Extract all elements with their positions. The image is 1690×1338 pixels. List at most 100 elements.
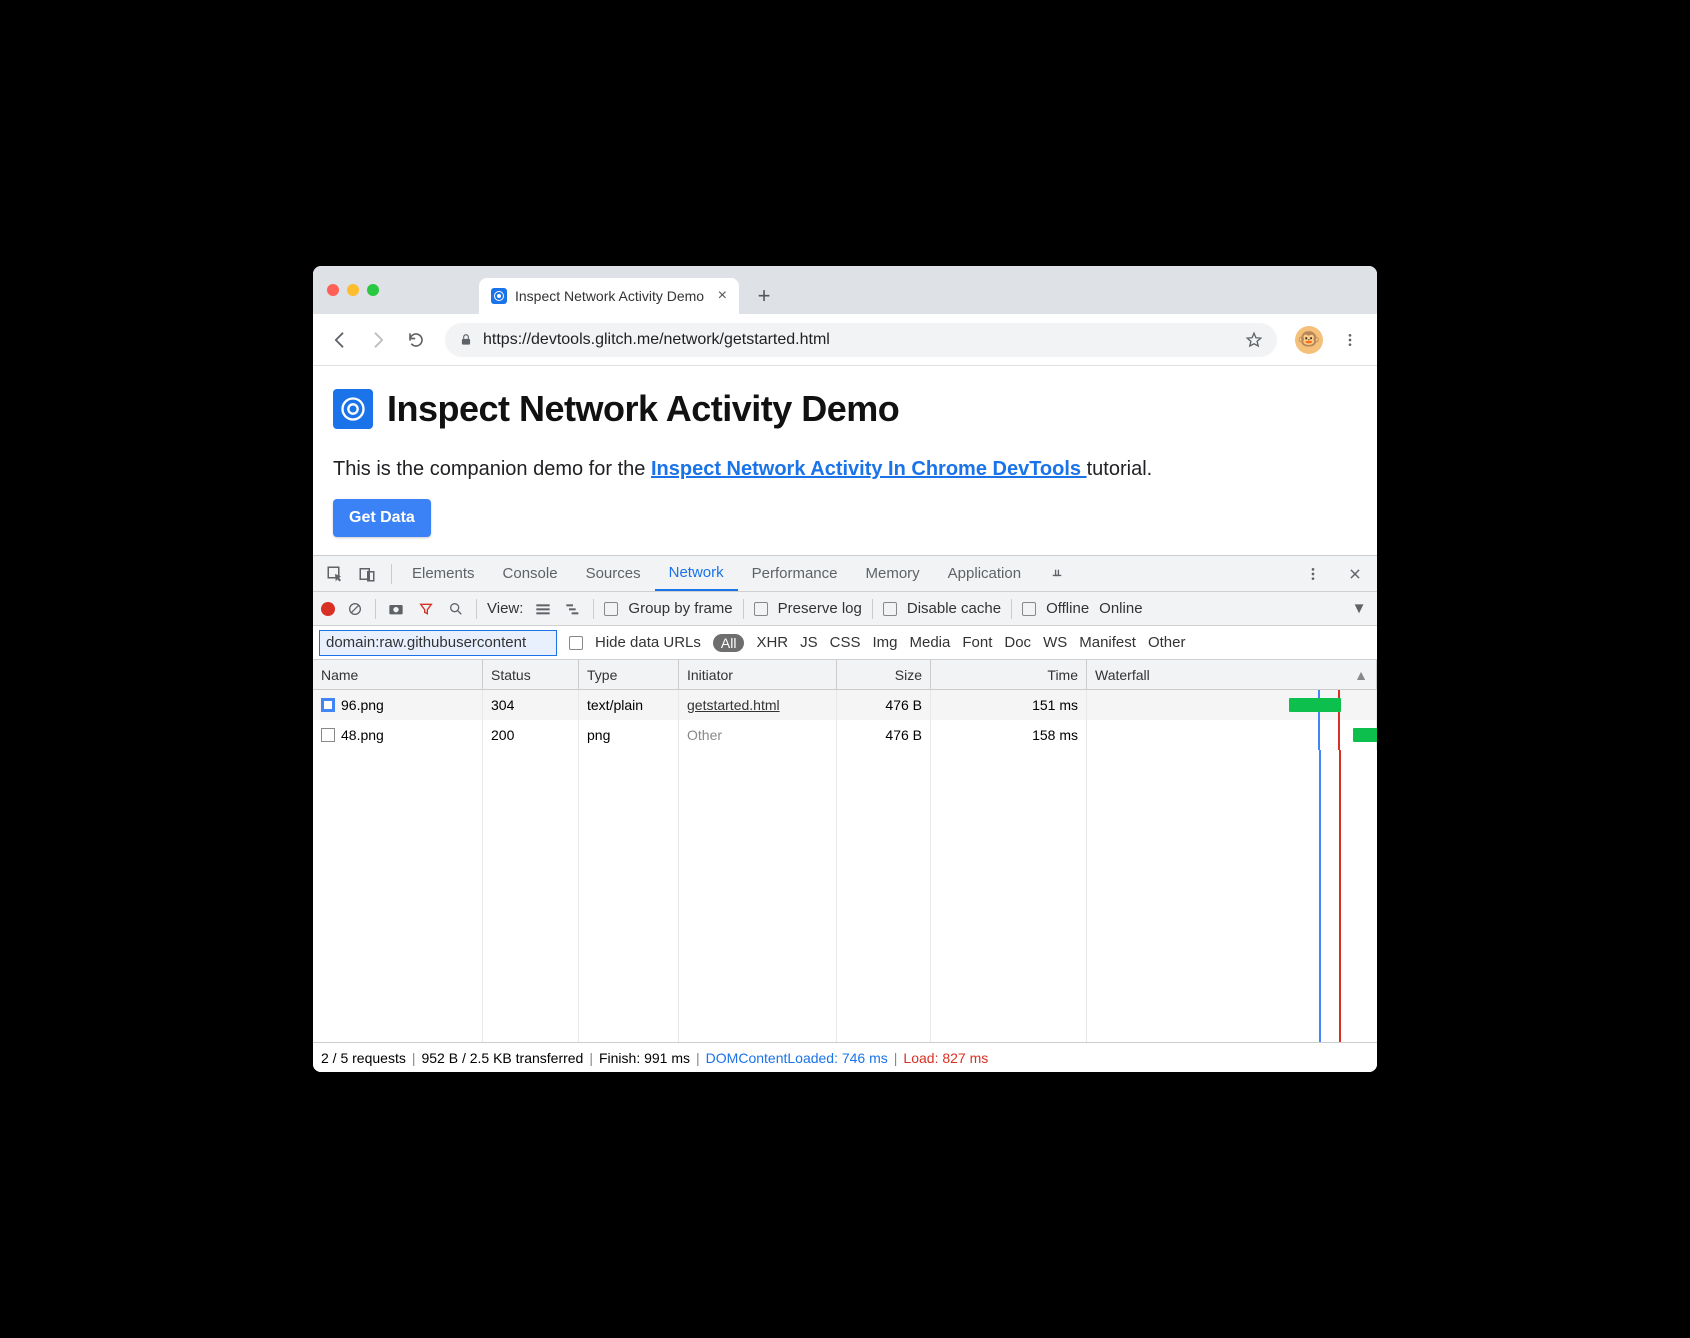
- hide-data-urls-label: Hide data URLs: [595, 634, 701, 651]
- col-type[interactable]: Type: [579, 660, 679, 689]
- status-transferred: 952 B / 2.5 KB transferred: [421, 1050, 583, 1066]
- lock-icon: [459, 333, 473, 347]
- cell-waterfall: [1087, 720, 1377, 750]
- filter-icon[interactable]: [416, 599, 436, 619]
- page-heading: Inspect Network Activity Demo: [387, 388, 899, 430]
- forward-button[interactable]: [361, 323, 395, 357]
- reload-button[interactable]: [399, 323, 433, 357]
- url-text: https://devtools.glitch.me/network/getst…: [483, 331, 830, 349]
- filter-other[interactable]: Other: [1148, 634, 1186, 651]
- filter-js[interactable]: JS: [800, 634, 818, 651]
- intro-suffix: tutorial.: [1087, 458, 1153, 480]
- tab-network[interactable]: Network: [655, 556, 738, 591]
- col-name[interactable]: Name: [313, 660, 483, 689]
- inspect-element-icon[interactable]: [321, 560, 349, 588]
- page-logo-icon: [333, 389, 373, 429]
- throttling-dropdown-icon[interactable]: ▼: [1349, 599, 1369, 619]
- large-rows-icon[interactable]: [533, 599, 553, 619]
- tab-application[interactable]: Application: [934, 556, 1035, 591]
- filter-all-pill[interactable]: All: [713, 634, 745, 652]
- favicon-icon: [491, 288, 507, 304]
- load-line-icon: [1338, 720, 1340, 750]
- col-initiator[interactable]: Initiator: [679, 660, 837, 689]
- intro-prefix: This is the companion demo for the: [333, 458, 651, 480]
- type-filters: XHR JS CSS Img Media Font Doc WS Manifes…: [756, 634, 1185, 651]
- offline-checkbox[interactable]: [1022, 602, 1036, 616]
- online-label[interactable]: Online: [1099, 600, 1142, 617]
- devtools-panel: Elements Console Sources Network Perform…: [313, 555, 1377, 1072]
- hide-data-urls-checkbox[interactable]: [569, 636, 583, 650]
- cell-waterfall: [1087, 690, 1377, 720]
- preserve-log-label: Preserve log: [778, 600, 862, 617]
- filter-img[interactable]: Img: [872, 634, 897, 651]
- filter-input[interactable]: [319, 630, 557, 656]
- devtools-close-icon[interactable]: [1341, 560, 1369, 588]
- devtools-menu-icon[interactable]: [1299, 560, 1327, 588]
- network-filter-bar: Hide data URLs All XHR JS CSS Img Media …: [313, 626, 1377, 660]
- col-waterfall-label: Waterfall: [1095, 667, 1150, 683]
- disable-cache-checkbox[interactable]: [883, 602, 897, 616]
- address-bar[interactable]: https://devtools.glitch.me/network/getst…: [445, 323, 1277, 357]
- col-waterfall[interactable]: Waterfall▲: [1087, 660, 1377, 689]
- col-time[interactable]: Time: [931, 660, 1087, 689]
- col-status[interactable]: Status: [483, 660, 579, 689]
- screenshot-icon[interactable]: [386, 599, 406, 619]
- titlebar: Inspect Network Activity Demo × +: [313, 266, 1377, 314]
- minimize-window-button[interactable]: [347, 284, 359, 296]
- network-toolbar: View: Group by frame Preserve log Disabl…: [313, 592, 1377, 626]
- col-size[interactable]: Size: [837, 660, 931, 689]
- tab-title: Inspect Network Activity Demo: [515, 288, 704, 304]
- get-data-button[interactable]: Get Data: [333, 499, 431, 537]
- tab-sources[interactable]: Sources: [572, 556, 655, 591]
- profile-avatar[interactable]: 🐵: [1295, 326, 1323, 354]
- status-dcl: DOMContentLoaded: 746 ms: [706, 1050, 888, 1066]
- filter-css[interactable]: CSS: [830, 634, 861, 651]
- filter-ws[interactable]: WS: [1043, 634, 1067, 651]
- dcl-line-icon: [1318, 720, 1320, 750]
- back-button[interactable]: [323, 323, 357, 357]
- offline-label: Offline: [1046, 600, 1089, 617]
- network-status-bar: 2 / 5 requests | 952 B / 2.5 KB transfer…: [313, 1042, 1377, 1072]
- waterfall-icon[interactable]: [563, 599, 583, 619]
- page-intro: This is the companion demo for the Inspe…: [333, 458, 1357, 481]
- more-tabs-icon[interactable]: [1043, 560, 1071, 588]
- browser-tab[interactable]: Inspect Network Activity Demo ×: [479, 278, 739, 314]
- close-window-button[interactable]: [327, 284, 339, 296]
- record-button[interactable]: [321, 602, 335, 616]
- status-requests: 2 / 5 requests: [321, 1050, 406, 1066]
- browser-toolbar: https://devtools.glitch.me/network/getst…: [313, 314, 1377, 366]
- group-by-frame-checkbox[interactable]: [604, 602, 618, 616]
- browser-window: Inspect Network Activity Demo × + https:…: [313, 266, 1377, 1072]
- menu-button[interactable]: [1333, 323, 1367, 357]
- view-label: View:: [487, 600, 523, 617]
- filter-media[interactable]: Media: [910, 634, 951, 651]
- devtools-tabs: Elements Console Sources Network Perform…: [313, 556, 1377, 592]
- traffic-lights: [327, 284, 379, 296]
- tab-elements[interactable]: Elements: [398, 556, 489, 591]
- tutorial-link[interactable]: Inspect Network Activity In Chrome DevTo…: [651, 458, 1087, 480]
- status-load: Load: 827 ms: [903, 1050, 988, 1066]
- close-tab-button[interactable]: ×: [718, 287, 727, 305]
- waterfall-bar: [1353, 728, 1377, 742]
- group-by-frame-label: Group by frame: [628, 600, 732, 617]
- device-toolbar-icon[interactable]: [353, 560, 381, 588]
- filter-font[interactable]: Font: [962, 634, 992, 651]
- status-finish: Finish: 991 ms: [599, 1050, 690, 1066]
- search-icon[interactable]: [446, 599, 466, 619]
- network-table: Name Status Type Initiator Size Time Wat…: [313, 660, 1377, 1042]
- bookmark-star-icon[interactable]: [1245, 331, 1263, 349]
- filter-manifest[interactable]: Manifest: [1079, 634, 1136, 651]
- tab-performance[interactable]: Performance: [738, 556, 852, 591]
- waterfall-bar: [1289, 698, 1341, 712]
- tab-strip: Inspect Network Activity Demo × +: [479, 266, 779, 314]
- filter-doc[interactable]: Doc: [1004, 634, 1031, 651]
- filter-xhr[interactable]: XHR: [756, 634, 788, 651]
- tab-memory[interactable]: Memory: [852, 556, 934, 591]
- file-icon: [321, 698, 335, 712]
- preserve-log-checkbox[interactable]: [754, 602, 768, 616]
- clear-button[interactable]: [345, 599, 365, 619]
- maximize-window-button[interactable]: [367, 284, 379, 296]
- table-body: 96.png304text/plaingetstarted.html476 B1…: [313, 690, 1377, 1042]
- tab-console[interactable]: Console: [489, 556, 572, 591]
- new-tab-button[interactable]: +: [749, 281, 779, 311]
